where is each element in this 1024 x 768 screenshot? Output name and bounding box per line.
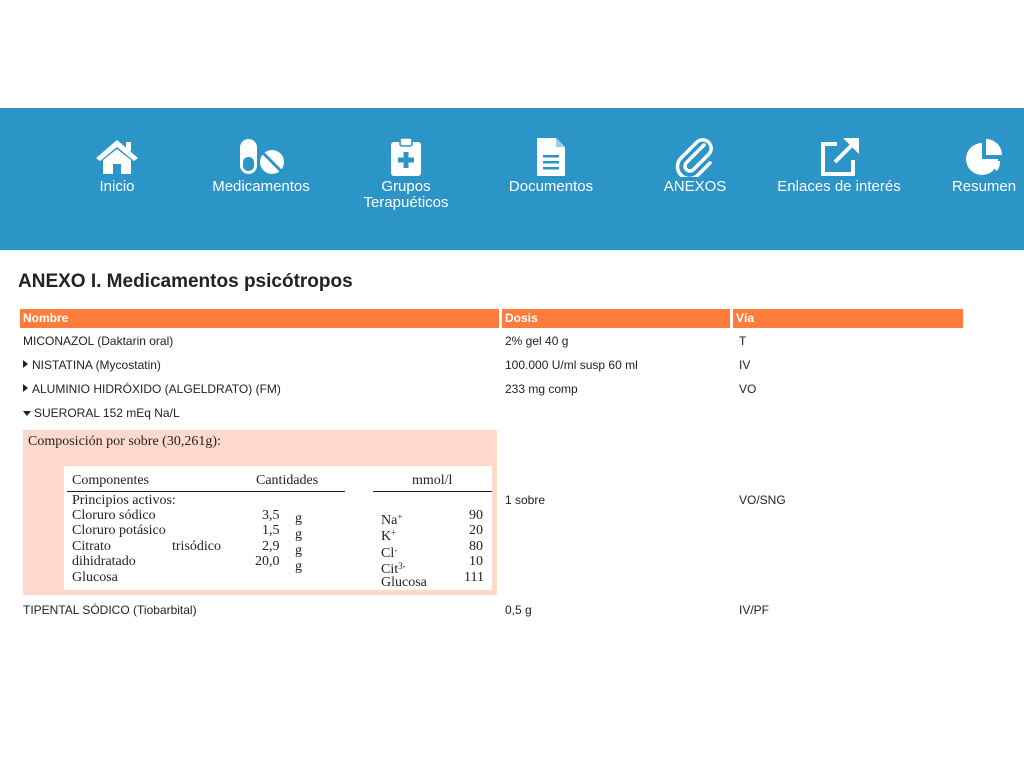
nav-item-resumen[interactable]: Resumen (919, 137, 1024, 195)
row-dose: 233 mg comp (505, 382, 578, 396)
component-name: Cloruro sódico (72, 508, 156, 523)
ion-label: Glucosa (381, 575, 427, 590)
row-name: TIPENTAL SÓDICO (Tiobarbital) (23, 603, 197, 617)
caret-right-icon (23, 384, 28, 392)
main-navbar: Inicio Medicamentos Grupos Terapuéticos (0, 108, 1024, 250)
component-name-extra: trisódico (172, 539, 221, 554)
medical-clipboard-icon (341, 137, 471, 179)
ion-value: 10 (469, 554, 483, 569)
column-header-via[interactable]: Vía (733, 309, 963, 328)
composition-header-amounts: Cantidades (256, 473, 319, 488)
nav-label: Enlaces de interés (777, 178, 901, 195)
component-name: dihidratado (72, 554, 136, 569)
row-dose: 1 sobre (505, 493, 546, 507)
component-unit: g (295, 511, 302, 526)
component-amount: 2,9 (262, 539, 280, 554)
nav-label: Inicio (99, 178, 135, 195)
nav-item-grupos-terapeuticos[interactable]: Grupos Terapuéticos (341, 137, 471, 211)
external-link-icon (774, 137, 904, 179)
component-name: Cloruro potásico (72, 523, 166, 538)
nav-item-documentos[interactable]: Documentos (486, 137, 616, 195)
row-route: T (739, 334, 747, 348)
caret-down-icon (23, 411, 31, 416)
row-dose: 0,5 g (505, 603, 532, 617)
home-icon (52, 137, 182, 179)
paperclip-icon (630, 137, 760, 179)
row-route: IV/PF (739, 603, 770, 617)
component-unit: g (295, 543, 302, 558)
nav-label: Documentos (508, 178, 594, 195)
ion-value: 90 (469, 508, 483, 523)
divider (67, 491, 345, 492)
composition-table: Componentes Cantidades mmol/l Principios… (64, 466, 492, 590)
row-toggle[interactable]: NISTATINA (Mycostatin) (23, 358, 161, 372)
component-unit: g (295, 527, 302, 542)
nav-item-enlaces[interactable]: Enlaces de interés (774, 137, 904, 195)
component-name: Citrato (72, 539, 111, 554)
row-name: SUERORAL 152 mEq Na/L (34, 406, 180, 420)
row-toggle[interactable]: SUERORAL 152 mEq Na/L (23, 406, 180, 420)
pie-chart-icon (919, 137, 1024, 179)
component-amount: 3,5 (262, 508, 280, 523)
column-header-nombre[interactable]: Nombre (20, 309, 499, 328)
ion-value: 20 (469, 523, 483, 538)
pills-icon (196, 137, 326, 179)
document-icon (486, 137, 616, 179)
nav-label: Resumen (951, 178, 1017, 195)
row-route: VO/SNG (739, 493, 786, 507)
component-amount: 1,5 (262, 523, 280, 538)
ion-value: 80 (469, 539, 483, 554)
nav-label: Medicamentos (212, 178, 310, 195)
caret-right-icon (23, 360, 28, 368)
row-name: MICONAZOL (Daktarin oral) (23, 334, 174, 348)
row-name: ALUMINIO HIDRÓXIDO (ALGELDRATO) (FM) (32, 382, 281, 396)
row-route: IV (739, 358, 751, 372)
composition-header-mmol: mmol/l (412, 473, 453, 488)
nav-label: ANEXOS (663, 178, 727, 195)
row-dose: 100.000 U/ml susp 60 ml (505, 358, 638, 372)
component-amount: 20,0 (255, 554, 280, 569)
row-route: VO (739, 382, 757, 396)
component-unit: g (295, 559, 302, 574)
component-name: Glucosa (72, 570, 118, 585)
page-title: ANEXO I. Medicamentos psicótropos (18, 271, 353, 292)
row-dose: 2% gel 40 g (505, 334, 569, 348)
composition-header-components: Componentes (72, 473, 149, 488)
divider (373, 491, 492, 492)
ion-label: K+ (381, 528, 397, 544)
column-header-dosis[interactable]: Dosis (502, 309, 730, 328)
nav-item-anexos[interactable]: ANEXOS (630, 137, 760, 195)
nav-item-inicio[interactable]: Inicio (52, 137, 182, 195)
composition-section-label: Principios activos: (72, 493, 176, 508)
nav-item-medicamentos[interactable]: Medicamentos (196, 137, 326, 195)
row-name: NISTATINA (Mycostatin) (32, 358, 161, 372)
row-toggle[interactable]: ALUMINIO HIDRÓXIDO (ALGELDRATO) (FM) (23, 382, 281, 396)
composition-title: Composición por sobre (30,261g): (28, 434, 221, 449)
nav-label: Grupos Terapuéticos (363, 178, 449, 211)
ion-value: 111 (464, 570, 484, 585)
composition-panel: Composición por sobre (30,261g): Compone… (23, 430, 497, 595)
